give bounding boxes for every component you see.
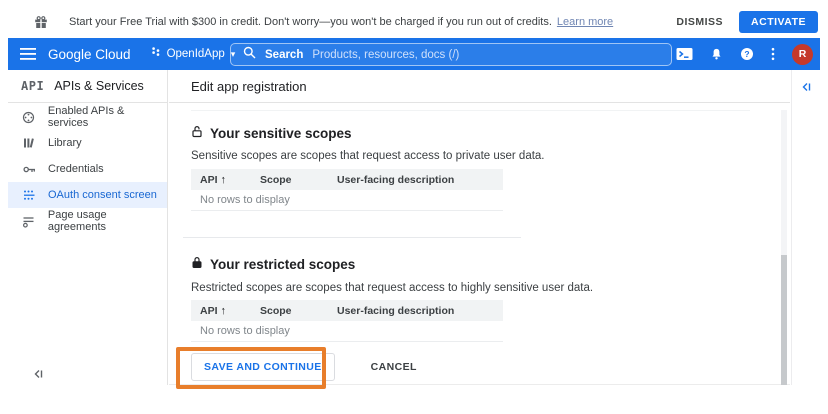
column-header-description[interactable]: User-facing description [337, 174, 503, 186]
form-actions: SAVE AND CONTINUE CANCEL [191, 353, 417, 381]
section-heading-text: Your sensitive scopes [210, 126, 352, 141]
account-avatar[interactable]: R [792, 44, 813, 65]
help-icon[interactable]: ? [740, 47, 754, 61]
sidebar-item-enabled-apis[interactable]: Enabled APIs & services [8, 104, 167, 130]
empty-table-row: No rows to display [191, 190, 503, 211]
sidebar-item-credentials[interactable]: Credentials [8, 156, 167, 182]
sort-ascending-icon: ↑ [221, 305, 227, 317]
google-cloud-logo[interactable]: Google Cloud [48, 47, 131, 62]
help-glyph: ? [744, 49, 749, 59]
main-content: Edit app registration Your sensitive sco… [169, 70, 790, 385]
sort-ascending-icon: ↑ [221, 174, 227, 186]
content-scrollbar[interactable] [781, 110, 787, 385]
promo-message-text: Start your Free Trial with $300 in credi… [69, 16, 552, 28]
free-trial-banner: Start your Free Trial with $300 in credi… [8, 5, 820, 38]
notifications-icon[interactable] [710, 47, 723, 61]
learn-more-link[interactable]: Learn more [557, 16, 613, 28]
column-header-description[interactable]: User-facing description [337, 305, 503, 317]
agreements-icon [22, 215, 36, 228]
save-and-continue-button[interactable]: SAVE AND CONTINUE [191, 353, 335, 381]
sidebar-item-label: Enabled APIs & services [48, 105, 167, 129]
edit-app-registration-form: Your sensitive scopes Sensitive scopes a… [169, 103, 790, 384]
app-bar-icons: ? R [676, 38, 813, 70]
sidebar-header: API APIs & Services [8, 70, 167, 103]
google-cloud-console: Start your Free Trial with $300 in credi… [0, 0, 828, 414]
activate-button[interactable]: ACTIVATE [739, 11, 818, 33]
column-header-api[interactable]: API ↑ [191, 305, 260, 317]
empty-table-row: No rows to display [191, 321, 503, 342]
sensitive-scopes-table: API ↑ Scope User-facing description No r… [191, 169, 503, 211]
sidebar-item-label: Page usage agreements [48, 209, 167, 233]
search-icon [243, 46, 256, 64]
collapse-panel-button[interactable] [801, 82, 812, 92]
column-header-label: User-facing description [337, 174, 454, 186]
sidebar-item-oauth-consent-screen[interactable]: OAuth consent screen [8, 182, 167, 208]
column-header-scope[interactable]: Scope [260, 305, 337, 317]
page-title: Edit app registration [169, 70, 790, 103]
sidebar-item-label: OAuth consent screen [48, 189, 157, 201]
section-divider [183, 237, 521, 238]
column-header-api[interactable]: API ↑ [191, 174, 260, 186]
column-header-label: Scope [260, 174, 292, 186]
app-bar: Google Cloud OpenIdApp ▾ Search Products… [8, 38, 820, 70]
column-header-label: User-facing description [337, 305, 454, 317]
table-header-row: API ↑ Scope User-facing description [191, 300, 503, 321]
project-selector[interactable]: OpenIdApp ▾ [151, 45, 236, 63]
sidebar-nav: Enabled APIs & services Library [8, 103, 167, 234]
cloud-shell-icon[interactable] [676, 47, 693, 61]
sidebar-item-library[interactable]: Library [8, 130, 167, 156]
sidebar-title: APIs & Services [54, 79, 144, 93]
column-header-scope[interactable]: Scope [260, 174, 337, 186]
right-rail [791, 70, 820, 385]
search-label: Search [265, 49, 303, 61]
sensitive-scopes-heading: Your sensitive scopes [191, 125, 352, 141]
table-header-row: API ↑ Scope User-facing description [191, 169, 503, 190]
project-name: OpenIdApp [167, 48, 225, 60]
project-icon [151, 45, 161, 63]
scrollbar-thumb[interactable] [781, 255, 787, 385]
promo-actions: DISMISS ACTIVATE [676, 11, 818, 33]
more-vertical-icon[interactable] [771, 47, 775, 61]
column-header-label: API [200, 305, 218, 317]
sidebar: API APIs & Services Enabled APIs & servi… [8, 70, 168, 385]
restricted-scopes-table: API ↑ Scope User-facing description No r… [191, 300, 503, 342]
section-heading-text: Your restricted scopes [210, 257, 355, 272]
restricted-scopes-description: Restricted scopes are scopes that reques… [191, 282, 593, 294]
dashboard-icon [22, 111, 36, 124]
consent-screen-icon [22, 189, 36, 201]
console-shell: API APIs & Services Enabled APIs & servi… [8, 70, 820, 385]
menu-icon[interactable] [20, 48, 36, 60]
lock-icon [191, 256, 203, 272]
divider [191, 110, 750, 111]
key-icon [22, 163, 36, 176]
search-input[interactable]: Search Products, resources, docs (/) [230, 43, 672, 66]
column-header-label: API [200, 174, 218, 186]
sidebar-item-page-usage-agreements[interactable]: Page usage agreements [8, 208, 167, 234]
search-hint: Products, resources, docs (/) [312, 49, 459, 61]
sidebar-item-label: Library [48, 137, 82, 149]
restricted-scopes-heading: Your restricted scopes [191, 256, 355, 272]
column-header-label: Scope [260, 305, 292, 317]
dismiss-button[interactable]: DISMISS [676, 16, 723, 28]
lock-open-icon [191, 125, 203, 141]
gift-icon [34, 15, 48, 29]
api-logo-icon: API [21, 79, 44, 93]
sidebar-item-label: Credentials [48, 163, 104, 175]
collapse-sidebar-button[interactable] [33, 369, 44, 379]
library-icon [22, 137, 36, 149]
promo-message: Start your Free Trial with $300 in credi… [69, 16, 613, 28]
sensitive-scopes-description: Sensitive scopes are scopes that request… [191, 150, 545, 162]
cancel-button[interactable]: CANCEL [371, 361, 417, 373]
